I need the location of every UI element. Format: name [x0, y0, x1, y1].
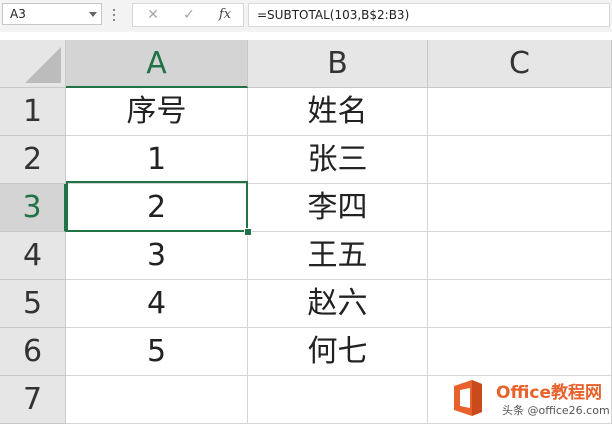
cell-c7[interactable] [428, 376, 612, 424]
column-header-b[interactable]: B [248, 40, 428, 88]
formula-buttons: ✕ ✓ fx [132, 3, 244, 27]
cell-a3[interactable]: 2 [66, 184, 248, 232]
cell-b7[interactable] [248, 376, 428, 424]
select-all-button[interactable] [0, 40, 66, 88]
check-icon[interactable]: ✓ [177, 6, 201, 24]
formula-bar: A3 ✕ ✓ fx =SUBTOTAL(103,B$2:B3) [0, 0, 612, 32]
column-header-a[interactable]: A [66, 40, 248, 88]
column-header-c[interactable]: C [428, 40, 612, 88]
spreadsheet-grid: A B C 1 序号 姓名 2 1 张三 3 2 李四 4 3 王五 5 4 赵… [0, 40, 612, 424]
name-box[interactable]: A3 [2, 3, 102, 25]
cell-c1[interactable] [428, 88, 612, 136]
cell-b3[interactable]: 李四 [248, 184, 428, 232]
grip-dots-icon [113, 9, 116, 23]
name-box-value: A3 [10, 7, 26, 21]
cell-c6[interactable] [428, 328, 612, 376]
row-header-1[interactable]: 1 [0, 88, 66, 136]
row-header-3[interactable]: 3 [0, 184, 66, 232]
cell-a7[interactable] [66, 376, 248, 424]
cell-a6[interactable]: 5 [66, 328, 248, 376]
function-icon[interactable]: fx [213, 6, 237, 24]
cell-a4[interactable]: 3 [66, 232, 248, 280]
formula-text: =SUBTOTAL(103,B$2:B3) [257, 8, 410, 22]
row-header-4[interactable]: 4 [0, 232, 66, 280]
cell-c5[interactable] [428, 280, 612, 328]
cell-b5[interactable]: 赵六 [248, 280, 428, 328]
close-icon[interactable]: ✕ [141, 6, 165, 24]
row-header-7[interactable]: 7 [0, 376, 66, 424]
cell-b1[interactable]: 姓名 [248, 88, 428, 136]
cell-a5[interactable]: 4 [66, 280, 248, 328]
cell-c4[interactable] [428, 232, 612, 280]
cell-a1[interactable]: 序号 [66, 88, 248, 136]
cell-c3[interactable] [428, 184, 612, 232]
cell-a2[interactable]: 1 [66, 136, 248, 184]
cell-b6[interactable]: 何七 [248, 328, 428, 376]
cell-b2[interactable]: 张三 [248, 136, 428, 184]
select-all-icon [25, 47, 61, 83]
formula-input[interactable]: =SUBTOTAL(103,B$2:B3) [248, 3, 610, 27]
row-header-5[interactable]: 5 [0, 280, 66, 328]
cell-b4[interactable]: 王五 [248, 232, 428, 280]
cell-c2[interactable] [428, 136, 612, 184]
fill-handle[interactable] [244, 228, 252, 236]
chevron-down-icon[interactable] [89, 12, 97, 17]
row-header-6[interactable]: 6 [0, 328, 66, 376]
row-header-2[interactable]: 2 [0, 136, 66, 184]
